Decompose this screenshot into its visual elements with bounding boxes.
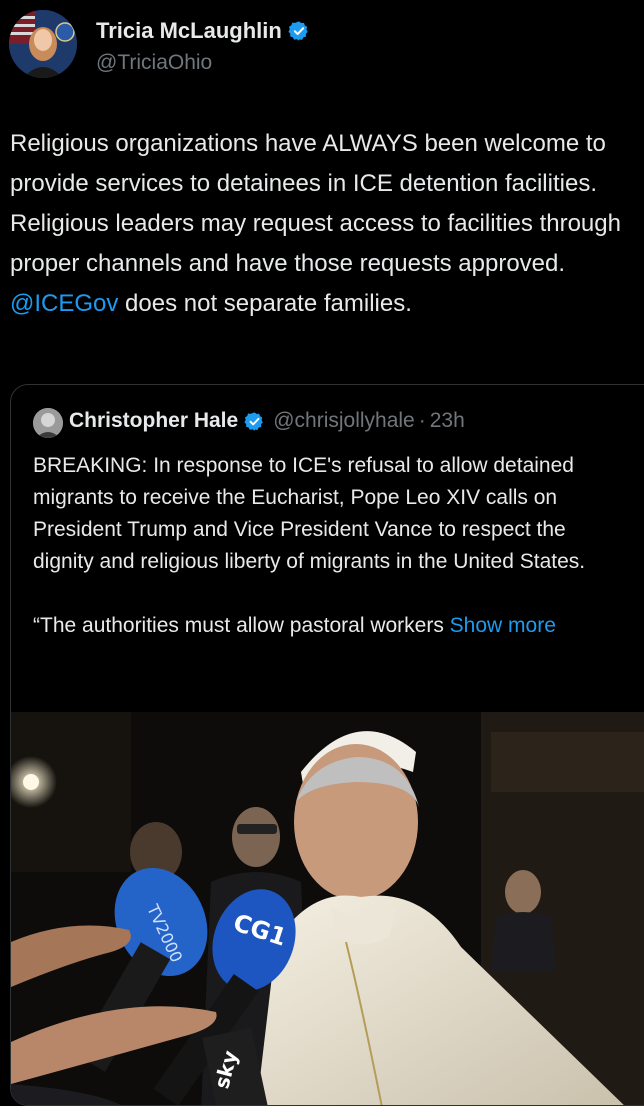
show-more-link[interactable]: Show more <box>450 614 556 637</box>
tweet: Tricia McLaughlin @TriciaOhio Religious … <box>0 0 644 1106</box>
quoted-display-name[interactable]: Christopher Hale <box>69 409 238 433</box>
author-name-row[interactable]: Tricia McLaughlin <box>96 18 310 44</box>
quoted-handle[interactable]: @chrisjollyhale <box>273 409 415 433</box>
quoted-body: BREAKING: In response to ICE's refusal t… <box>33 450 623 642</box>
quoted-author-avatar[interactable] <box>33 408 63 438</box>
author-handle[interactable]: @TriciaOhio <box>96 51 212 75</box>
tweet-text-end: does not separate families. <box>118 290 412 317</box>
author-avatar[interactable] <box>9 10 77 78</box>
quoted-tweet[interactable]: Christopher Hale @chrisjollyhale · 23h B… <box>10 384 644 1106</box>
separator-dot: · <box>418 409 426 432</box>
quoted-paragraph-2-text: “The authorities must allow pastoral wor… <box>33 614 450 637</box>
quoted-paragraph-1: BREAKING: In response to ICE's refusal t… <box>33 454 586 573</box>
quoted-photo[interactable]: TV2000 CG1 sky <box>11 712 644 1105</box>
verified-badge-icon <box>288 21 308 41</box>
quoted-timestamp[interactable]: 23h <box>430 409 465 433</box>
author-display-name[interactable]: Tricia McLaughlin <box>96 18 282 44</box>
tweet-body: Religious organizations have ALWAYS been… <box>10 124 630 324</box>
quoted-header: Christopher Hale @chrisjollyhale · 23h <box>69 409 465 433</box>
mention-link[interactable]: @ICEGov <box>10 290 118 317</box>
tweet-text-start: Religious organizations have ALWAYS been… <box>10 130 621 277</box>
quoted-paragraph-2: “The authorities must allow pastoral wor… <box>33 610 623 642</box>
verified-badge-icon <box>244 411 264 431</box>
photo-illustration: TV2000 CG1 sky <box>11 712 644 1105</box>
